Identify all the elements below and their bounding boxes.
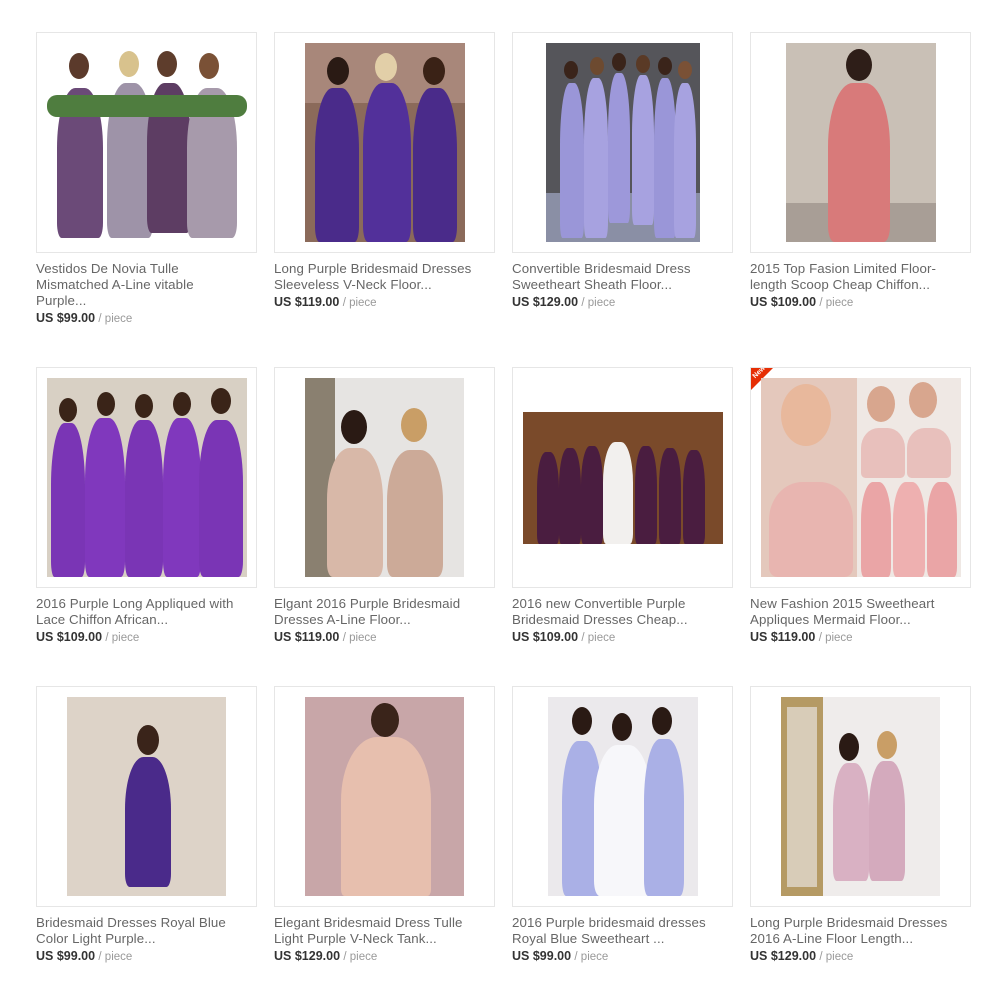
product-image-link[interactable] xyxy=(512,32,733,253)
product-price: US $99.00 xyxy=(36,311,96,325)
product-title[interactable]: Long Purple Bridesmaid Dresses 2016 A-Lin… xyxy=(750,915,971,947)
product-image-link[interactable] xyxy=(274,367,495,588)
product-card[interactable]: Elegant Bridesmaid Dress Tulle Light Purp… xyxy=(274,686,495,964)
product-card[interactable]: 2015 Top Fasion Limited Floor-length Sco… xyxy=(750,32,971,326)
product-price: US $119.00 xyxy=(750,630,816,644)
price-unit: / piece xyxy=(98,313,133,325)
price-line: US $129.00 / piece xyxy=(274,949,495,964)
product-card[interactable]: Elgant 2016 Purple Bridesmaid Dresses A-L… xyxy=(274,367,495,645)
price-line: US $109.00 / piece xyxy=(36,630,257,645)
product-title[interactable]: 2016 Purple Long Appliqued with Lace Chif… xyxy=(36,596,257,628)
price-line: US $99.00 / piece xyxy=(512,949,733,964)
product-image-link[interactable] xyxy=(750,686,971,907)
product-row-1: Vestidos De Novia Tulle Mismatched A-Line… xyxy=(36,32,971,326)
price-line: US $119.00 / piece xyxy=(750,630,971,645)
product-price: US $129.00 xyxy=(512,295,579,309)
product-card[interactable]: Vestidos De Novia Tulle Mismatched A-Line… xyxy=(36,32,257,326)
product-card[interactable]: Long Purple Bridesmaid Dresses Sleeveless… xyxy=(274,32,495,326)
product-photo xyxy=(760,378,961,577)
product-title[interactable]: 2015 Top Fasion Limited Floor-length Sco… xyxy=(750,261,971,293)
product-image-link[interactable] xyxy=(512,686,733,907)
product-photo xyxy=(67,697,226,896)
product-photo xyxy=(305,697,464,896)
product-card[interactable]: Bridesmaid Dresses Royal Blue Color Light… xyxy=(36,686,257,964)
product-image-link[interactable] xyxy=(36,367,257,588)
product-card[interactable]: Convertible Bridesmaid Dress Sweetheart S… xyxy=(512,32,733,326)
price-unit: / piece xyxy=(342,632,377,644)
product-photo xyxy=(46,42,247,243)
price-unit: / piece xyxy=(98,951,133,963)
product-photo xyxy=(547,697,698,896)
product-title[interactable]: Convertible Bridesmaid Dress Sweetheart S… xyxy=(512,261,733,293)
product-image-link[interactable] xyxy=(36,32,257,253)
product-title[interactable]: New Fashion 2015 Sweetheart Appliques Mer… xyxy=(750,596,971,628)
product-image-link[interactable] xyxy=(36,686,257,907)
product-photo xyxy=(46,378,247,577)
product-card[interactable]: 2016 Purple bridesmaid dresses Royal Blue… xyxy=(512,686,733,964)
price-line: US $109.00 / piece xyxy=(512,630,733,645)
product-price: US $99.00 xyxy=(512,949,572,963)
price-line: US $119.00 / piece xyxy=(274,295,495,310)
price-unit: / piece xyxy=(819,297,854,309)
product-row-3: Bridesmaid Dresses Royal Blue Color Light… xyxy=(36,686,971,964)
product-price: US $119.00 xyxy=(274,295,340,309)
product-price: US $129.00 xyxy=(274,949,341,963)
product-title[interactable]: Vestidos De Novia Tulle Mismatched A-Line… xyxy=(36,261,257,309)
price-line: US $119.00 / piece xyxy=(274,630,495,645)
price-unit: / piece xyxy=(343,951,378,963)
price-line: US $99.00 / piece xyxy=(36,949,257,964)
price-unit: / piece xyxy=(818,632,853,644)
product-price: US $129.00 xyxy=(750,949,817,963)
price-unit: / piece xyxy=(581,297,616,309)
product-card[interactable]: Long Purple Bridesmaid Dresses 2016 A-Lin… xyxy=(750,686,971,964)
product-price: US $119.00 xyxy=(274,630,340,644)
price-unit: / piece xyxy=(581,632,616,644)
product-photo xyxy=(781,697,940,896)
product-image-link[interactable] xyxy=(274,686,495,907)
price-unit: / piece xyxy=(819,951,854,963)
product-photo xyxy=(522,411,723,544)
product-title[interactable]: 2016 Purple bridesmaid dresses Royal Blue… xyxy=(512,915,733,947)
product-title[interactable]: Elgant 2016 Purple Bridesmaid Dresses A-L… xyxy=(274,596,495,628)
product-price: US $109.00 xyxy=(750,295,817,309)
product-title[interactable]: 2016 new Convertible Purple Bridesmaid Dr… xyxy=(512,596,733,628)
product-card[interactable]: New New Fashion 2015 Sweetheart Appliques… xyxy=(750,367,971,645)
product-price: US $109.00 xyxy=(512,630,579,644)
product-row-2: 2016 Purple Long Appliqued with Lace Chif… xyxy=(36,367,971,645)
price-unit: / piece xyxy=(574,951,609,963)
product-photo xyxy=(785,43,936,242)
product-photo xyxy=(305,378,464,577)
product-photo xyxy=(545,43,700,242)
price-unit: / piece xyxy=(105,632,140,644)
price-line: US $99.00 / piece xyxy=(36,311,257,326)
product-image-link[interactable]: New xyxy=(750,367,971,588)
price-line: US $129.00 / piece xyxy=(750,949,971,964)
product-image-link[interactable] xyxy=(274,32,495,253)
product-card[interactable]: 2016 Purple Long Appliqued with Lace Chif… xyxy=(36,367,257,645)
price-line: US $129.00 / piece xyxy=(512,295,733,310)
price-line: US $109.00 / piece xyxy=(750,295,971,310)
product-photo xyxy=(304,43,465,242)
product-title[interactable]: Bridesmaid Dresses Royal Blue Color Light… xyxy=(36,915,257,947)
product-title[interactable]: Long Purple Bridesmaid Dresses Sleeveless… xyxy=(274,261,495,293)
product-image-link[interactable] xyxy=(750,32,971,253)
product-title[interactable]: Elegant Bridesmaid Dress Tulle Light Purp… xyxy=(274,915,495,947)
price-unit: / piece xyxy=(342,297,377,309)
product-price: US $99.00 xyxy=(36,949,96,963)
product-price: US $109.00 xyxy=(36,630,103,644)
product-image-link[interactable] xyxy=(512,367,733,588)
product-card[interactable]: 2016 new Convertible Purple Bridesmaid Dr… xyxy=(512,367,733,645)
